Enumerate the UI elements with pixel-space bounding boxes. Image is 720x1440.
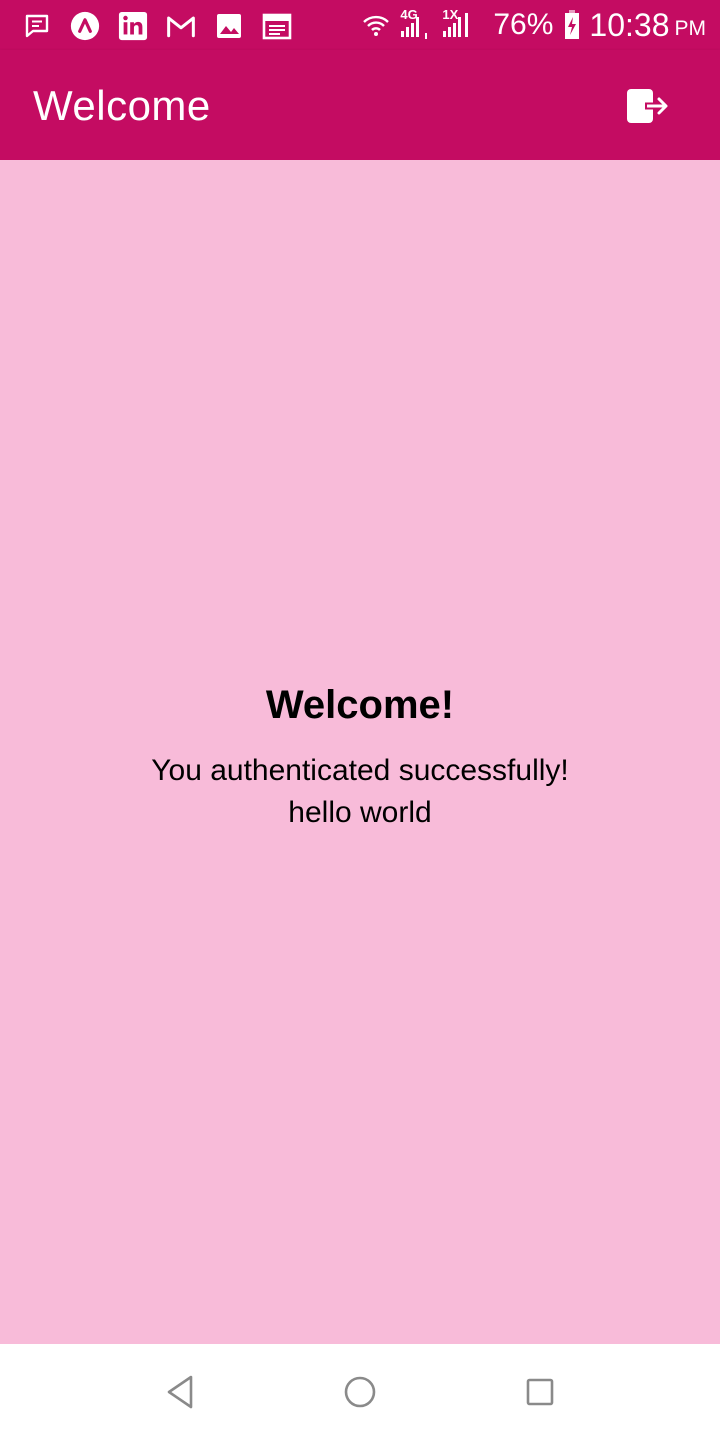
wifi-icon <box>361 13 391 37</box>
battery-charging-icon <box>563 9 581 41</box>
gmail-icon <box>166 11 196 41</box>
app-bar-title: Welcome <box>33 82 211 129</box>
system-status: 4G 1X 76% 10:38 PM <box>361 6 706 44</box>
system-nav-bar <box>0 1344 720 1440</box>
clock-time: 10:38 <box>589 6 670 43</box>
gallery-icon <box>214 11 244 41</box>
notification-icons <box>22 10 310 42</box>
welcome-headline: Welcome! <box>265 683 455 727</box>
app-bar: Welcome <box>0 50 720 160</box>
message-icon <box>22 11 52 41</box>
app-screen: 4G 1X 76% 10:38 PM Welcome Welcome! You … <box>0 0 720 1440</box>
sim2-network-label: 1X <box>442 6 459 22</box>
sim2-signal-icon: 1X <box>441 6 481 41</box>
battery-percent: 76% <box>493 8 554 41</box>
logout-button[interactable] <box>620 80 676 132</box>
hello-world-text: hello world <box>288 796 432 829</box>
home-button[interactable] <box>336 1368 384 1416</box>
linkedin-icon <box>118 11 148 41</box>
sim1-signal-icon: 4G <box>399 6 433 41</box>
clock-ampm: PM <box>674 17 707 40</box>
back-button[interactable] <box>156 1368 204 1416</box>
home-icon <box>344 1376 376 1408</box>
recents-button[interactable] <box>516 1368 564 1416</box>
logout-icon <box>627 89 668 123</box>
recents-icon <box>526 1378 554 1406</box>
success-message: You authenticated successfully! hello wo… <box>0 750 720 834</box>
sim1-network-label: 4G <box>400 6 418 22</box>
auth-success-text: You authenticated successfully! <box>151 754 569 787</box>
calendar-icon <box>262 11 292 41</box>
back-icon <box>167 1375 193 1409</box>
main-content: Welcome! You authenticated successfully!… <box>0 160 720 1344</box>
status-bar: 4G 1X 76% 10:38 PM <box>0 0 720 50</box>
arc-app-icon <box>70 11 100 41</box>
